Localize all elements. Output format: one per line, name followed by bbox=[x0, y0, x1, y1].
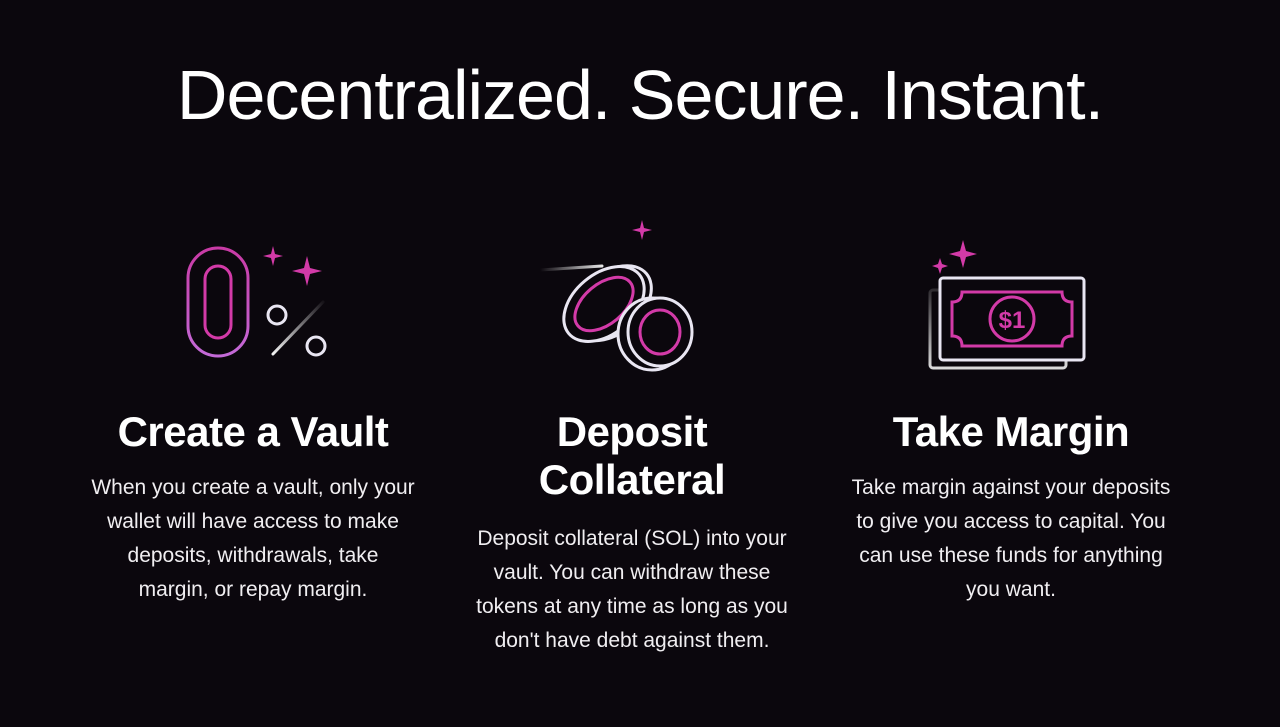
card-description: Deposit collateral (SOL) into your vault… bbox=[432, 522, 832, 658]
feature-card-deposit-collateral: Deposit Collateral Deposit collateral (S… bbox=[432, 0, 832, 727]
feature-card-take-margin: $1 Take Margin Take margin against your … bbox=[811, 0, 1211, 727]
card-description-line: wallet will have access to make bbox=[107, 510, 399, 533]
card-description-line: vault. You can withdraw these bbox=[493, 561, 771, 584]
card-description-line: can use these funds for anything bbox=[859, 544, 1163, 567]
card-title: Create a Vault bbox=[117, 408, 389, 455]
card-description-line: tokens at any time as long as you bbox=[476, 595, 788, 618]
card-description-line: Deposit collateral (SOL) into your bbox=[477, 527, 787, 550]
card-description-line: When you create a vault, only your bbox=[91, 476, 415, 499]
card-description-line: deposits, withdrawals, take bbox=[127, 544, 379, 567]
coins-icon bbox=[532, 218, 732, 378]
card-description-line: you want. bbox=[966, 578, 1056, 601]
card-description-line: Take margin against your deposits bbox=[851, 476, 1171, 499]
card-description-line: to give you access to capital. You bbox=[856, 510, 1166, 533]
card-title-line: Collateral bbox=[538, 456, 726, 503]
card-description: When you create a vault, only your walle… bbox=[53, 471, 453, 607]
zero-percent-icon bbox=[173, 240, 333, 368]
card-description-line: margin, or repay margin. bbox=[138, 578, 368, 601]
card-title: Take Margin bbox=[892, 408, 1130, 455]
card-title: Deposit Collateral bbox=[432, 408, 832, 504]
card-description-line: don't have debt against them. bbox=[494, 629, 770, 652]
dollar-bill-icon: $1 bbox=[926, 236, 1096, 376]
card-title-line: Deposit bbox=[556, 408, 708, 455]
svg-text:$1: $1 bbox=[999, 307, 1026, 334]
feature-card-create-vault: Create a Vault When you create a vault, … bbox=[53, 0, 453, 727]
card-description: Take margin against your deposits to giv… bbox=[811, 471, 1211, 607]
